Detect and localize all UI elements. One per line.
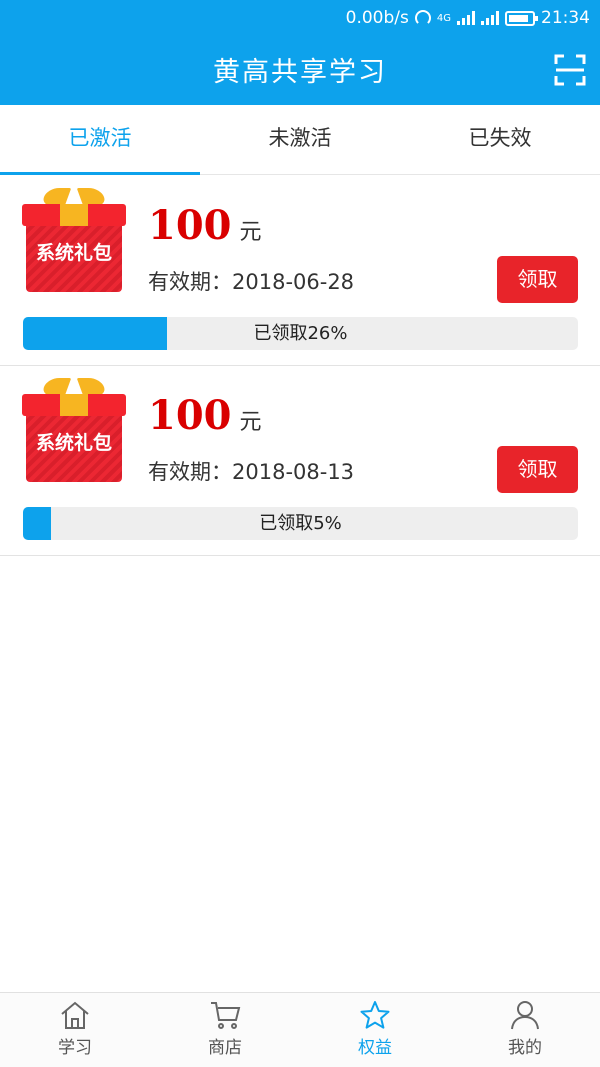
claim-progress-bar: 已领取5% — [23, 507, 578, 540]
page-title: 黄高共享学习 — [213, 57, 387, 88]
coupon-card: 系统礼包 100 元 有效期：2018-06-28 领取 已领取26% — [0, 176, 600, 366]
title-bar: 黄高共享学习 — [0, 36, 600, 105]
signal-icon — [457, 11, 475, 25]
claim-progress-bar: 已领取26% — [23, 317, 578, 350]
progress-text: 已领取5% — [259, 513, 342, 534]
bottom-nav: 学习 商店 权益 我的 — [0, 992, 600, 1067]
amount-value: 100 — [148, 202, 232, 249]
status-tabs: 已激活 未激活 已失效 — [0, 105, 600, 175]
star-icon — [360, 1001, 390, 1029]
status-bar: 0.00b/s 4G 21:34 — [0, 0, 600, 36]
clock: 21:34 — [541, 8, 590, 28]
gift-badge-label: 系统礼包 — [35, 242, 112, 264]
status-indicators: 0.00b/s 4G 21:34 — [346, 8, 590, 28]
validity-date: 有效期：2018-08-13 — [148, 460, 355, 484]
hotspot-icon — [414, 10, 431, 26]
amount-unit: 元 — [239, 410, 262, 435]
cart-icon — [211, 1002, 241, 1029]
tab-activated[interactable]: 已激活 — [0, 105, 200, 175]
scan-icon[interactable] — [554, 54, 586, 86]
claim-button[interactable]: 领取 — [497, 256, 578, 303]
coupon-amount: 100 元 — [148, 392, 262, 439]
coupon-card: 系统礼包 100 元 有效期：2018-08-13 领取 已领取5% — [0, 366, 600, 556]
nav-item-study[interactable]: 学习 — [0, 993, 150, 1067]
nav-label: 我的 — [508, 1038, 542, 1058]
battery-icon — [505, 10, 538, 26]
validity-date: 有效期：2018-06-28 — [148, 270, 355, 294]
progress-text: 已领取26% — [253, 323, 348, 344]
nav-item-shop[interactable]: 商店 — [150, 993, 300, 1067]
home-icon — [61, 1001, 89, 1029]
amount-unit: 元 — [239, 220, 262, 245]
network-type: 4G — [436, 12, 451, 24]
nav-item-benefits[interactable]: 权益 — [300, 993, 450, 1067]
network-speed: 0.00b/s — [345, 8, 409, 28]
tab-expired[interactable]: 已失效 — [400, 105, 600, 174]
nav-label: 学习 — [58, 1038, 92, 1058]
coupon-amount: 100 元 — [148, 202, 262, 249]
gift-badge-label: 系统礼包 — [35, 432, 112, 454]
gift-box-icon: 系统礼包 — [22, 188, 126, 294]
amount-value: 100 — [148, 392, 232, 439]
battery-level — [509, 14, 528, 22]
top-bar: 0.00b/s 4G 21:34 黄高共享学习 — [0, 0, 600, 105]
nav-label: 商店 — [208, 1038, 242, 1058]
tab-not-activated[interactable]: 未激活 — [200, 105, 400, 174]
user-icon — [511, 1001, 539, 1030]
gift-box-icon: 系统礼包 — [22, 378, 126, 484]
nav-item-me[interactable]: 我的 — [450, 993, 600, 1067]
claim-button[interactable]: 领取 — [497, 446, 578, 493]
signal-icon-2 — [481, 11, 499, 25]
nav-label: 权益 — [358, 1038, 392, 1058]
